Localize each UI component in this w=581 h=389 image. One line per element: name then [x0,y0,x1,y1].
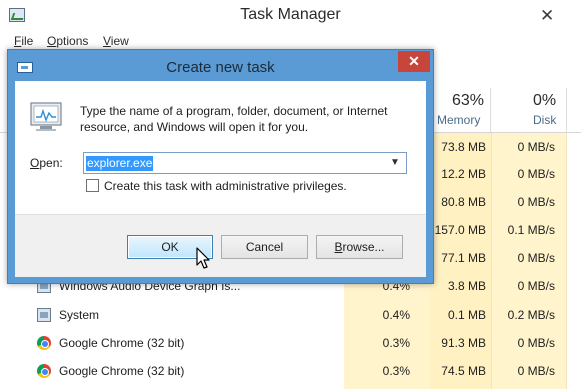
chevron-down-icon[interactable]: ▼ [390,157,400,168]
disk-cell: 0 MB/s [517,336,555,350]
disk-cell: 0 MB/s [517,167,555,181]
memory-cell: 77.1 MB [441,251,486,265]
dialog-body: Type the name of a program, folder, docu… [15,81,426,277]
process-name: System [59,308,100,322]
disk-cell: 0 MB/s [517,251,555,265]
run-program-icon [30,102,62,131]
memory-cell: 91.3 MB [441,336,486,350]
open-input-value[interactable]: explorer.exe [86,156,154,171]
menu-file-label: ile [21,34,34,48]
admin-privileges-checkbox[interactable] [86,179,99,192]
mouse-cursor-icon [196,247,210,269]
column-divider [566,88,567,132]
browse-button[interactable]: Browse... [316,235,403,259]
cancel-button[interactable]: Cancel [221,235,308,259]
disk-cell: 0 MB/s [517,140,555,154]
menu-options[interactable]: Options [47,34,88,48]
cpu-cell: 0.3% [382,364,410,378]
close-button[interactable]: ✕ [398,51,430,72]
memory-cell: 3.8 MB [447,279,486,293]
window-title: Task Manager [240,6,341,23]
table-row[interactable]: System 0.4% 0.1 MB 0.2 MB/s [0,301,581,330]
menu-options-mnemonic: O [47,34,57,48]
open-label-rest: pen: [39,156,63,170]
memory-cell: 74.5 MB [441,364,486,378]
open-label-mnemonic: O [30,156,40,170]
memory-cell: 0.1 MB [447,308,486,322]
admin-privileges-label[interactable]: Create this task with administrative pri… [104,179,347,193]
chrome-icon [37,364,51,378]
menu-file[interactable]: File [14,34,33,48]
column-header-memory[interactable]: Memory [437,113,480,127]
disk-cell: 0 MB/s [517,364,555,378]
disk-cell: 0.1 MB/s [507,223,555,237]
table-row[interactable]: Google Chrome (32 bit) 0.3% 74.5 MB 0 MB… [0,357,581,386]
memory-cell: 80.8 MB [441,195,486,209]
menu-view[interactable]: View [103,34,129,48]
dialog-title: Create new task [166,59,275,76]
column-headers: 63% Memory 0% Disk [430,88,581,132]
dialog-description-line-1: Type the name of a program, folder, docu… [80,104,388,118]
table-row[interactable]: Google Chrome (32 bit) 0.3% 91.3 MB 0 MB… [0,329,581,358]
dialog-titlebar[interactable]: Create new task ✕ [8,50,433,81]
column-divider [490,88,491,132]
system-icon [37,308,51,322]
process-name: Google Chrome (32 bit) [59,336,185,350]
browse-label-rest: rowse... [342,240,385,254]
disk-percent: 0% [533,92,557,109]
process-name: Google Chrome (32 bit) [59,364,185,378]
task-manager-titlebar: Task Manager ✕ [0,0,581,31]
menu-view-label: iew [110,34,129,48]
memory-cell: 12.2 MB [441,167,486,181]
disk-cell: 0.2 MB/s [507,308,555,322]
browse-mnemonic: B [334,240,343,254]
memory-percent: 63% [452,92,485,109]
create-new-task-dialog: Create new task ✕ Type the name of a pro… [7,49,434,284]
memory-cell: 73.8 MB [441,140,486,154]
memory-cell: 157.0 MB [434,223,486,237]
column-header-disk[interactable]: Disk [533,113,556,127]
menu-options-label: ptions [56,34,89,48]
chrome-icon [37,336,51,350]
cpu-cell: 0.4% [382,308,410,322]
disk-cell: 0 MB/s [517,195,555,209]
open-label: Open: [30,156,63,170]
open-combobox[interactable]: explorer.exe ▼ [83,152,407,174]
disk-cell: 0 MB/s [517,279,555,293]
close-icon[interactable]: ✕ [540,6,554,26]
menu-bar: File Options View [0,31,581,51]
menu-view-mnemonic: V [103,34,111,48]
cpu-cell: 0.3% [382,336,410,350]
dialog-description-line-2: resource, and Windows will open it for y… [80,120,309,134]
